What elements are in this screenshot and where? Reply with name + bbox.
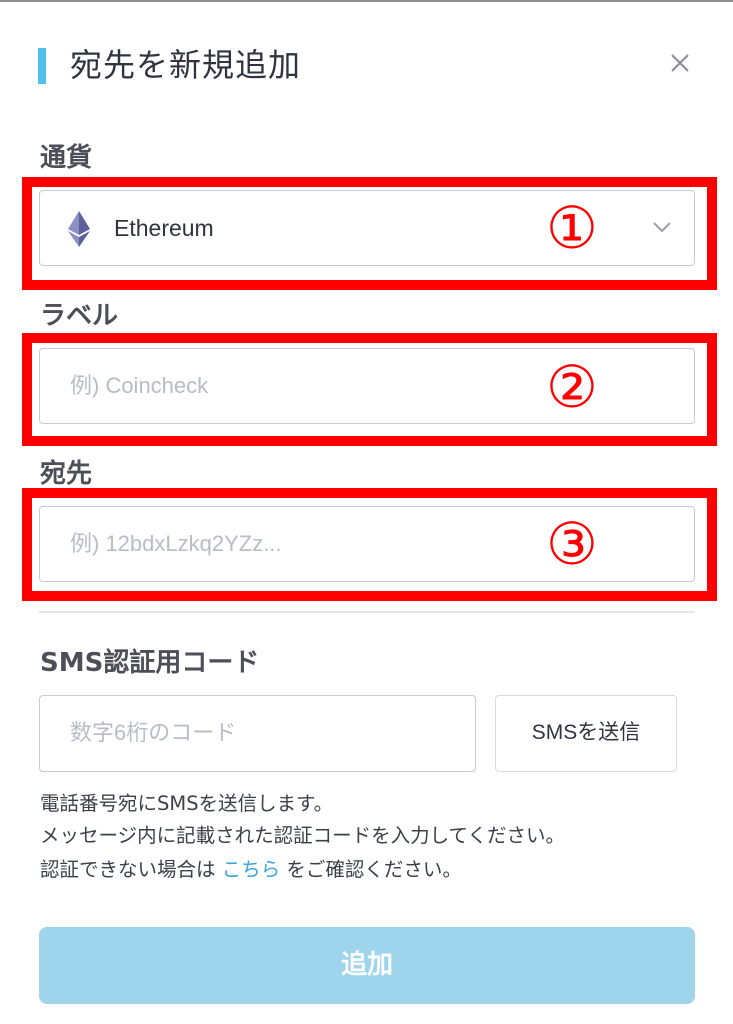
annotation-frame-3 xyxy=(22,488,717,601)
annotation-number-3: ③ xyxy=(546,510,598,578)
annotation-number-1: ① xyxy=(546,194,598,262)
add-destination-modal: 宛先を新規追加 通貨 Ethereum ① ラベル 例) Coincheck ②… xyxy=(0,0,733,1024)
address-label: 宛先 xyxy=(40,459,93,489)
sms-note-line-3: 認証できない場合は こちら をご確認ください。 xyxy=(40,856,462,884)
send-sms-button[interactable]: SMSを送信 xyxy=(495,695,677,772)
section-divider xyxy=(39,611,695,613)
modal-title: 宛先を新規追加 xyxy=(70,46,302,84)
annotation-frame-1 xyxy=(22,177,717,290)
sms-note-line-3-suffix: をご確認ください。 xyxy=(280,858,462,881)
sms-note-line-1: 電話番号宛にSMSを送信します。 xyxy=(40,792,334,815)
help-link[interactable]: こちら xyxy=(222,858,281,881)
sms-code-input[interactable]: 数字6桁のコード xyxy=(39,695,476,772)
sms-note-line-2: メッセージ内に記載された認証コードを入力してください。 xyxy=(40,824,565,847)
close-icon[interactable] xyxy=(665,48,695,78)
sms-code-label: SMS認証用コード xyxy=(40,648,260,678)
label-field-label: ラベル xyxy=(40,301,119,331)
add-button[interactable]: 追加 xyxy=(39,927,695,1004)
annotation-frame-2 xyxy=(22,333,717,446)
annotation-number-2: ② xyxy=(546,353,598,421)
sms-note-line-3-prefix: 認証できない場合は xyxy=(40,858,222,881)
sms-code-placeholder: 数字6桁のコード xyxy=(70,720,237,745)
title-accent-bar xyxy=(38,48,46,84)
currency-label: 通貨 xyxy=(40,143,93,173)
